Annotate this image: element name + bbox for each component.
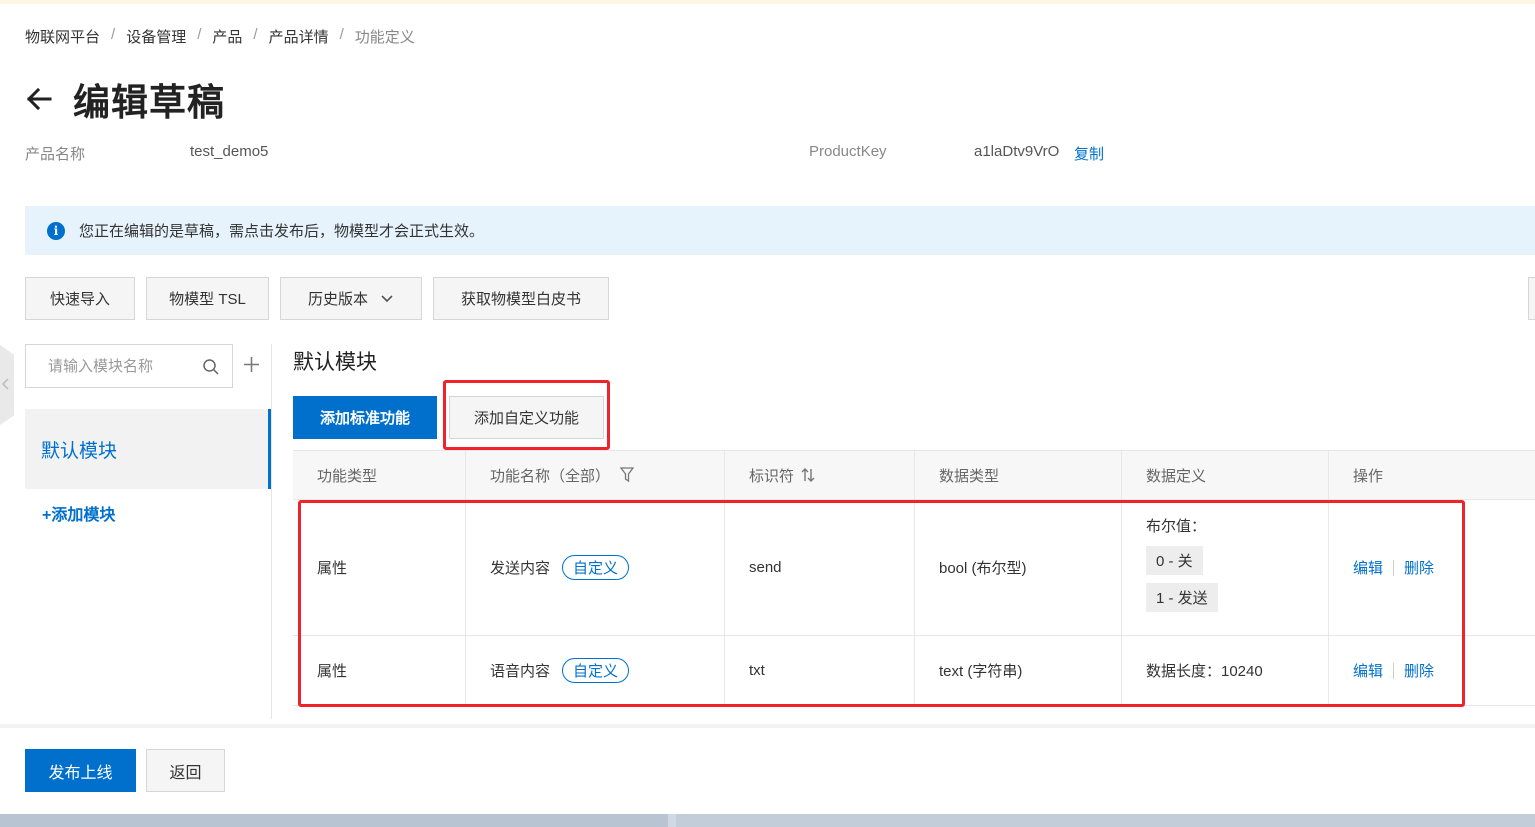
- table-row: 属性 发送内容 自定义 send bool (布尔型) 布尔值： 0 - 关 1…: [293, 500, 1535, 636]
- breadcrumb-item-device-mgmt[interactable]: 设备管理: [126, 26, 186, 47]
- chevron-left-icon: [1, 378, 9, 390]
- cell-data-type: text (字符串): [915, 636, 1122, 705]
- breadcrumb: 物联网平台 / 设备管理 / 产品 / 产品详情 / 功能定义: [25, 26, 415, 47]
- cell-identifier: txt: [725, 636, 915, 705]
- taskbar-segment: [0, 814, 668, 827]
- tsl-button[interactable]: 物模型 TSL: [146, 277, 269, 320]
- function-name-text: 语音内容: [490, 663, 551, 680]
- cell-data-definition: 布尔值： 0 - 关 1 - 发送: [1122, 500, 1329, 635]
- sidebar-divider: [271, 344, 272, 719]
- breadcrumb-separator: /: [197, 26, 202, 43]
- column-header-actions: 操作: [1353, 467, 1384, 485]
- history-version-dropdown[interactable]: 历史版本: [280, 277, 422, 320]
- cell-function-type: 属性: [293, 636, 466, 705]
- cell-identifier: send: [725, 500, 915, 635]
- back-button[interactable]: 返回: [146, 749, 225, 792]
- module-title: 默认模块: [293, 351, 377, 374]
- cell-function-name: 发送内容 自定义: [466, 500, 725, 635]
- edit-link[interactable]: 编辑: [1353, 557, 1383, 578]
- toolbar: 快速导入 物模型 TSL 历史版本 获取物模型白皮书: [25, 277, 609, 320]
- breadcrumb-item-product[interactable]: 产品: [212, 26, 242, 47]
- delete-link[interactable]: 删除: [1404, 660, 1434, 681]
- info-icon: i: [47, 221, 65, 240]
- add-custom-function-button[interactable]: 添加自定义功能: [449, 396, 604, 439]
- add-standard-function-button[interactable]: 添加标准功能: [293, 396, 437, 439]
- add-module-link[interactable]: +添加模块: [42, 501, 115, 525]
- function-table: 功能类型 功能名称（全部） 标识符 数据类型 数据定义 操作 属性 发送内容 自…: [293, 450, 1535, 706]
- column-header-type: 功能类型: [293, 451, 466, 499]
- breadcrumb-item-current: 功能定义: [354, 29, 415, 46]
- chevron-down-icon: [381, 294, 393, 302]
- custom-tag: 自定义: [562, 555, 630, 580]
- function-name-text: 发送内容: [490, 560, 551, 577]
- arrow-left-icon[interactable]: [25, 85, 53, 113]
- bool-definition-title: 布尔值：: [1146, 518, 1207, 535]
- module-search: [25, 344, 233, 388]
- taskbar-segment: [676, 814, 1535, 827]
- product-name-label: 产品名称: [25, 146, 86, 163]
- plus-icon[interactable]: [243, 356, 260, 373]
- cell-function-name: 语音内容 自定义: [466, 636, 725, 705]
- bool-value-chip: 1 - 发送: [1146, 583, 1218, 612]
- bool-value-chip: 0 - 关: [1146, 546, 1203, 575]
- notice-text: 您正在编辑的是草稿，需点击发布后，物模型才会正式生效。: [79, 223, 485, 240]
- sort-icon[interactable]: [800, 467, 816, 483]
- cell-data-definition: 数据长度：10240: [1122, 636, 1329, 705]
- copy-link[interactable]: 复制: [1074, 143, 1104, 164]
- page-title: 编辑草稿: [73, 82, 225, 123]
- breadcrumb-item-iot[interactable]: 物联网平台: [25, 26, 100, 47]
- delete-link[interactable]: 删除: [1404, 557, 1434, 578]
- quick-import-button[interactable]: 快速导入: [25, 277, 135, 320]
- sidebar-collapse-handle[interactable]: [0, 345, 14, 425]
- table-row: 属性 语音内容 自定义 txt text (字符串) 数据长度：10240 编辑…: [293, 636, 1535, 706]
- edit-link[interactable]: 编辑: [1353, 660, 1383, 681]
- product-key-value: a1laDtv9VrO: [974, 143, 1060, 160]
- action-separator: [1393, 559, 1395, 576]
- column-header-identifier: 标识符: [725, 451, 915, 499]
- draft-notice: i 您正在编辑的是草稿，需点击发布后，物模型才会正式生效。: [25, 206, 1535, 255]
- breadcrumb-separator: /: [339, 26, 344, 43]
- cell-function-type: 属性: [293, 500, 466, 635]
- column-header-name: 功能名称（全部）: [466, 451, 725, 499]
- cell-data-type: bool (布尔型): [915, 500, 1122, 635]
- module-search-input[interactable]: [48, 357, 188, 375]
- footer-divider: [0, 724, 1535, 728]
- cell-actions: 编辑 删除: [1329, 636, 1535, 705]
- breadcrumb-separator: /: [111, 26, 116, 43]
- cell-actions: 编辑 删除: [1329, 500, 1535, 635]
- publish-button[interactable]: 发布上线: [25, 749, 136, 792]
- top-accent-line: [0, 0, 1535, 4]
- product-name-value: test_demo5: [190, 143, 269, 160]
- breadcrumb-separator: /: [253, 26, 258, 43]
- os-taskbar: [0, 814, 1535, 827]
- column-header-name-label: 功能名称（全部）: [490, 467, 611, 485]
- sidebar-item-default-module[interactable]: 默认模块: [25, 409, 271, 489]
- action-separator: [1393, 662, 1395, 679]
- column-header-data-type: 数据类型: [915, 451, 1122, 499]
- column-header-definition: 数据定义: [1122, 451, 1329, 499]
- filter-icon[interactable]: [620, 467, 635, 483]
- product-key-label: ProductKey: [809, 143, 887, 160]
- column-header-identifier-label: 标识符: [749, 467, 795, 485]
- search-icon[interactable]: [202, 358, 220, 376]
- custom-tag: 自定义: [562, 658, 630, 683]
- breadcrumb-item-product-detail[interactable]: 产品详情: [269, 26, 329, 47]
- history-version-label: 历史版本: [307, 291, 368, 308]
- toolbar-right-button-edge[interactable]: [1528, 277, 1535, 320]
- whitepaper-button[interactable]: 获取物模型白皮书: [433, 277, 609, 320]
- table-header: 功能类型 功能名称（全部） 标识符 数据类型 数据定义 操作: [293, 450, 1535, 500]
- title-bar: 编辑草稿: [25, 72, 225, 126]
